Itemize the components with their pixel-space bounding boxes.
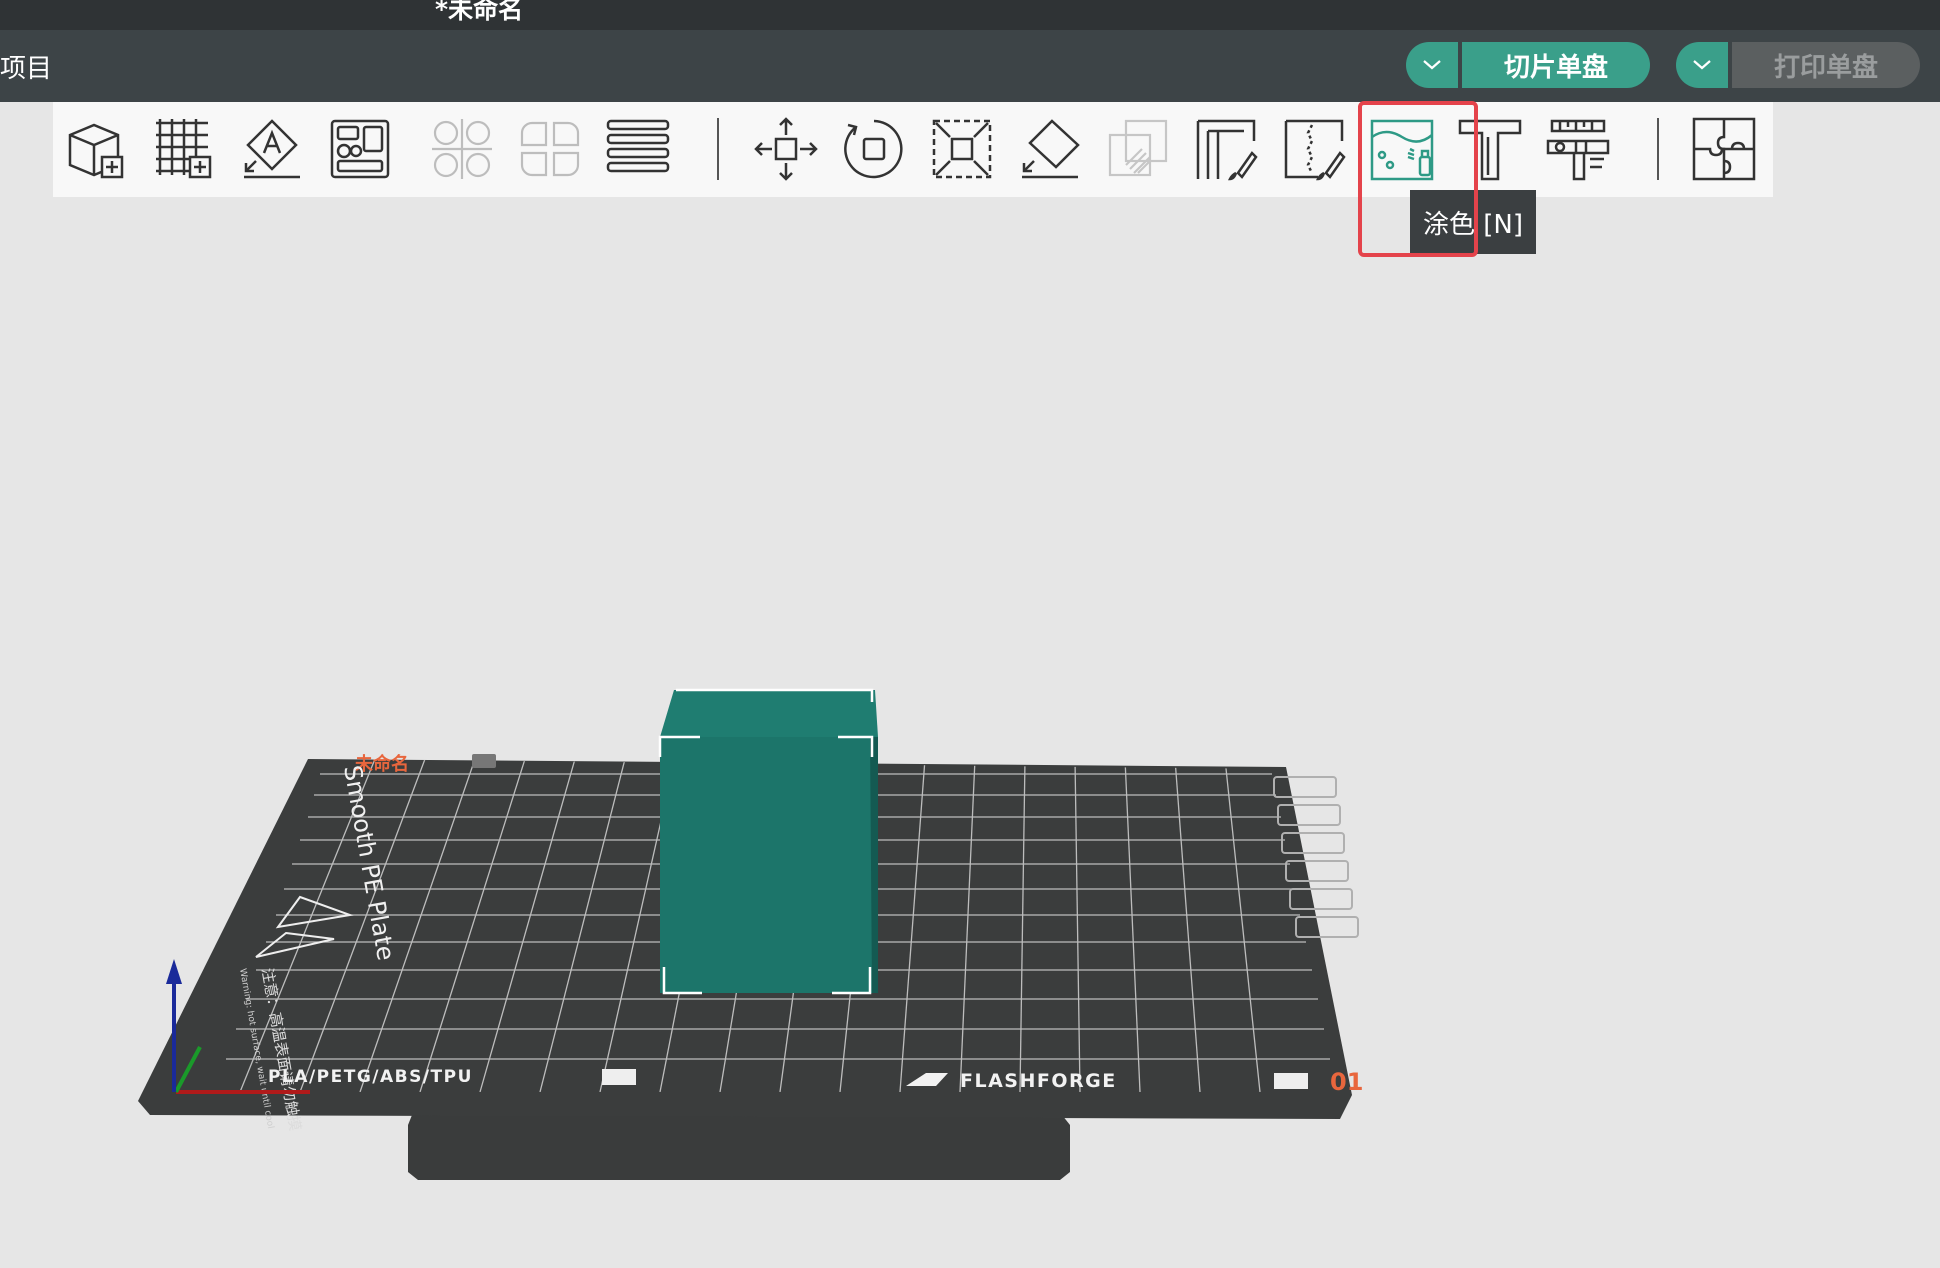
move-icon — [754, 117, 818, 181]
seam-paint-button[interactable] — [1281, 116, 1347, 182]
split-objects-icon — [432, 119, 492, 179]
split-objects-button[interactable] — [429, 116, 495, 182]
move-button[interactable] — [753, 116, 819, 182]
support-paint-icon — [1196, 119, 1258, 181]
layers-button[interactable] — [605, 116, 671, 182]
cube-model[interactable] — [658, 688, 878, 995]
add-plate-icon — [156, 119, 212, 179]
project-menu[interactable]: 项目 — [0, 48, 52, 85]
window-title: *未命名 — [435, 0, 524, 24]
seam-paint-icon — [1284, 119, 1346, 181]
rotate-icon — [844, 119, 903, 179]
add-object-icon — [68, 123, 124, 179]
plate-brand-label: FLASHFORGE — [960, 1070, 1117, 1092]
toolbar-separator — [1657, 118, 1659, 180]
split-parts-button[interactable] — [517, 116, 583, 182]
slice-plate-button[interactable]: 切片单盘 — [1462, 42, 1650, 88]
chevron-down-icon — [1423, 60, 1441, 70]
rotate-button[interactable] — [841, 116, 907, 182]
measure-button[interactable] — [1545, 116, 1611, 182]
arrange-icon — [330, 119, 390, 179]
qr-marker — [1274, 1073, 1308, 1089]
slice-button-group: 切片单盘 — [1406, 42, 1650, 88]
print-plate-button[interactable]: 打印单盘 — [1732, 42, 1920, 88]
cut-icon — [1108, 119, 1168, 177]
3d-viewport[interactable]: 未命名 Smooth PE Plate 注意：高温表面请勿触摸 Warning:… — [0, 197, 1940, 1264]
scale-icon — [932, 119, 992, 179]
menu-bar: 项目 切片单盘 打印单盘 — [0, 30, 1940, 102]
layers-icon — [606, 119, 670, 173]
lay-on-face-icon — [1022, 119, 1080, 179]
chevron-down-icon — [1693, 60, 1711, 70]
measure-icon — [1546, 119, 1610, 181]
title-bar: *未命名 — [0, 0, 1940, 30]
print-dropdown-button[interactable] — [1676, 42, 1728, 88]
add-object-button[interactable] — [63, 116, 129, 182]
print-button-group: 打印单盘 — [1676, 42, 1920, 88]
assembly-button[interactable] — [1691, 116, 1757, 182]
lay-on-face-button[interactable] — [1017, 116, 1083, 182]
cut-button[interactable] — [1105, 116, 1171, 182]
edit-plate-name-icon[interactable] — [472, 754, 496, 768]
slice-dropdown-button[interactable] — [1406, 42, 1458, 88]
add-plate-button[interactable] — [151, 116, 217, 182]
assembly-icon — [1692, 117, 1756, 181]
plate-number-label: 01 — [1330, 1068, 1363, 1096]
main-toolbar — [53, 102, 1773, 197]
printer-base — [408, 1115, 1070, 1180]
scale-button[interactable] — [929, 116, 995, 182]
arrange-button[interactable] — [327, 116, 393, 182]
toolbar-separator — [717, 118, 719, 180]
auto-orient-icon — [244, 119, 300, 179]
auto-orient-button[interactable] — [239, 116, 305, 182]
support-paint-button[interactable] — [1193, 116, 1259, 182]
qr-marker — [602, 1069, 636, 1085]
plate-materials-label: PLA/PETG/ABS/TPU — [268, 1067, 473, 1087]
scene-canvas[interactable]: 未命名 Smooth PE Plate 注意：高温表面请勿触摸 Warning:… — [0, 197, 1940, 1264]
split-parts-icon — [520, 121, 580, 177]
